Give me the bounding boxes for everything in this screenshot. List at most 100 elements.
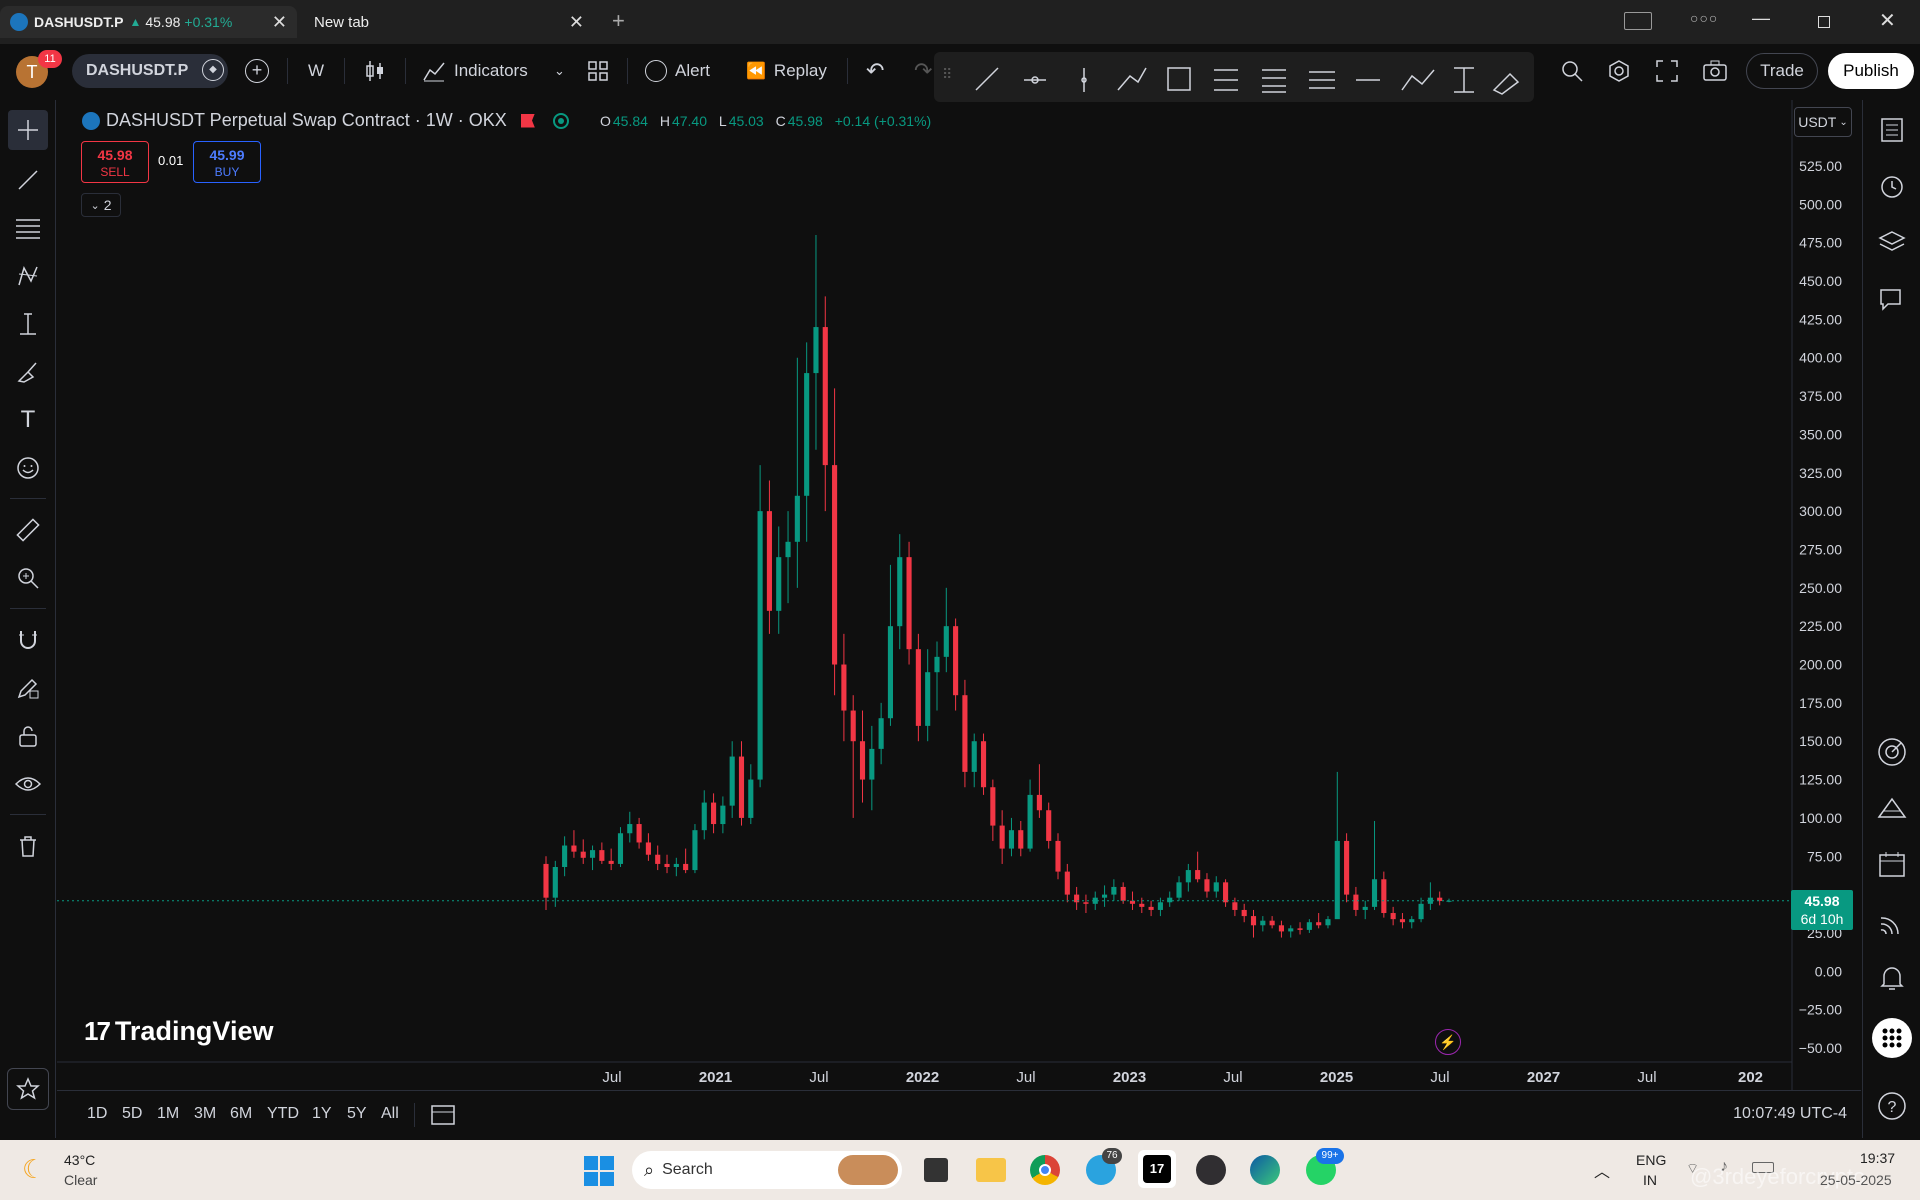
diamond-icon[interactable]: ◆	[202, 59, 224, 81]
language-top[interactable]: ENG	[1636, 1152, 1666, 1168]
trash-icon[interactable]	[8, 826, 48, 866]
chrome-icon[interactable]	[1030, 1155, 1060, 1185]
trade-button[interactable]: Trade	[1746, 53, 1818, 89]
range-all-button[interactable]: All	[381, 1105, 399, 1123]
clock-time[interactable]: 19:37	[1860, 1150, 1895, 1166]
ideas-mountain-icon[interactable]	[1876, 792, 1908, 824]
candle-body	[934, 656, 940, 673]
candle-body	[1260, 920, 1266, 926]
unlock-icon[interactable]	[8, 716, 48, 756]
zoom-in-icon[interactable]	[8, 558, 48, 598]
favorites-star-icon[interactable]	[7, 1068, 49, 1110]
replay-button[interactable]: ⏪ Replay	[746, 44, 827, 98]
measure-projection-icon[interactable]	[8, 304, 48, 344]
lock-drawing-pencil-icon[interactable]	[8, 668, 48, 708]
range-1m-button[interactable]: 1M	[157, 1105, 179, 1123]
indicators-collapse-button[interactable]: ⌄ 2	[81, 193, 121, 217]
settings-gear-icon[interactable]	[1607, 44, 1631, 98]
minimize-button[interactable]: —	[1752, 8, 1770, 29]
camera-icon[interactable]	[1703, 44, 1727, 98]
goto-date-calendar-icon[interactable]	[431, 1103, 455, 1125]
target-compass-icon[interactable]	[1876, 736, 1908, 768]
tab-new[interactable]: New tab ✕	[304, 6, 594, 38]
range-ytd-button[interactable]: YTD	[267, 1105, 299, 1123]
crosshair-icon[interactable]	[8, 110, 48, 150]
tab-dashusdt[interactable]: DASHUSDT.P ▲ 45.98 +0.31% ✕	[0, 6, 297, 38]
alert-button[interactable]: Alert	[645, 44, 710, 98]
candle-body	[701, 802, 707, 831]
range-1y-button[interactable]: 1Y	[312, 1105, 332, 1123]
time-axis-label: Jul	[1430, 1069, 1449, 1086]
lightning-icon[interactable]: ⚡	[1435, 1029, 1461, 1055]
pattern-icon[interactable]	[8, 256, 48, 296]
range-5d-button[interactable]: 5D	[122, 1105, 142, 1123]
candle-body	[832, 465, 838, 665]
object-tree-layers-icon[interactable]	[1876, 226, 1908, 258]
publish-button[interactable]: Publish	[1828, 53, 1914, 89]
tab-close-icon[interactable]: ✕	[569, 12, 584, 33]
start-windows-icon[interactable]	[584, 1156, 614, 1186]
file-explorer-icon[interactable]	[976, 1158, 1006, 1182]
apps-grid-icon[interactable]	[1872, 1018, 1912, 1058]
time-axis-label: Jul	[809, 1069, 828, 1086]
more-icon[interactable]: ○○○	[1690, 10, 1718, 26]
chart-pane[interactable]: 525.00 500.00 475.00 450.00 425.00 400.00 375.…	[57, 100, 1861, 1090]
calendar-icon[interactable]	[1876, 848, 1908, 880]
stream-signal-icon[interactable]	[1876, 906, 1908, 938]
new-tab-button[interactable]: +	[612, 8, 625, 34]
chats-icon[interactable]	[1876, 284, 1908, 316]
weather-temp[interactable]: 43°C	[64, 1152, 95, 1168]
cast-icon[interactable]	[1624, 12, 1652, 30]
magnet-icon[interactable]	[8, 620, 48, 660]
range-5y-button[interactable]: 5Y	[347, 1105, 367, 1123]
candle-body	[543, 863, 549, 898]
ohlc-values: O 45.84 H 47.40 L 45.03 C 45.98 +0.14 (+0.31…	[600, 113, 933, 129]
close-window-button[interactable]: ✕	[1879, 8, 1896, 33]
interval-button[interactable]: W	[308, 44, 324, 98]
current-price: 45.98	[1804, 893, 1840, 909]
candle-body	[990, 787, 996, 826]
text-tool-icon[interactable]: T	[8, 400, 48, 440]
indicators-dropdown-chevron-icon[interactable]: ⌄	[554, 44, 565, 98]
candle-body	[943, 626, 949, 657]
fib-retracement-icon[interactable]	[8, 208, 48, 248]
undo-icon[interactable]: ↶	[866, 44, 884, 98]
clock-timezone[interactable]: 10:07:49 UTC-4	[1733, 1105, 1847, 1123]
buy-button[interactable]: 45.99 BUY	[193, 141, 261, 183]
candle-body	[617, 833, 624, 864]
price-axis-label: 75.00	[1807, 848, 1842, 864]
currency-selector[interactable]: USDT ⌄	[1794, 107, 1852, 137]
tradingview-app-icon[interactable]: 17	[1138, 1150, 1176, 1188]
task-view-icon[interactable]	[924, 1158, 948, 1182]
tradingview-logo[interactable]: 17 TradingView	[84, 1016, 273, 1047]
price-chart[interactable]: 525.00 500.00 475.00 450.00 425.00 400.00 375.…	[57, 100, 1861, 1090]
obs-icon[interactable]	[1196, 1155, 1226, 1185]
price-axis-label: 475.00	[1799, 235, 1842, 251]
trendline-icon[interactable]	[8, 160, 48, 200]
compare-plus-icon[interactable]: +	[245, 59, 269, 83]
indicators-button[interactable]: Indicators	[422, 44, 528, 98]
tray-chevron-up-icon[interactable]: ︿	[1594, 1158, 1610, 1182]
range-1d-button[interactable]: 1D	[87, 1105, 107, 1123]
brush-icon[interactable]	[8, 352, 48, 392]
ruler-icon[interactable]	[8, 510, 48, 550]
layouts-grid-icon[interactable]	[588, 44, 608, 98]
sell-button[interactable]: 45.98 SELL	[81, 141, 149, 183]
notifications-bell-icon[interactable]	[1876, 962, 1908, 994]
fullscreen-icon[interactable]	[1656, 44, 1678, 98]
edge-icon[interactable]	[1250, 1155, 1280, 1185]
search-zoom-icon[interactable]	[1560, 44, 1584, 98]
redo-icon[interactable]: ↷	[914, 44, 932, 98]
range-6m-button[interactable]: 6M	[230, 1105, 252, 1123]
taskbar-search[interactable]: ⌕ Search	[632, 1151, 902, 1189]
range-3m-button[interactable]: 3M	[194, 1105, 216, 1123]
help-question-icon[interactable]: ?	[1876, 1090, 1908, 1122]
eye-icon[interactable]	[8, 764, 48, 804]
tab-close-icon[interactable]: ✕	[272, 12, 287, 33]
alerts-clock-icon[interactable]	[1876, 170, 1908, 202]
candles-icon[interactable]	[364, 44, 386, 98]
symbol-title[interactable]: DASHUSDT Perpetual Swap Contract · 1W · …	[106, 110, 507, 131]
restore-button[interactable]	[1818, 16, 1830, 28]
watchlist-icon[interactable]	[1876, 114, 1908, 146]
emoji-icon[interactable]	[8, 448, 48, 488]
